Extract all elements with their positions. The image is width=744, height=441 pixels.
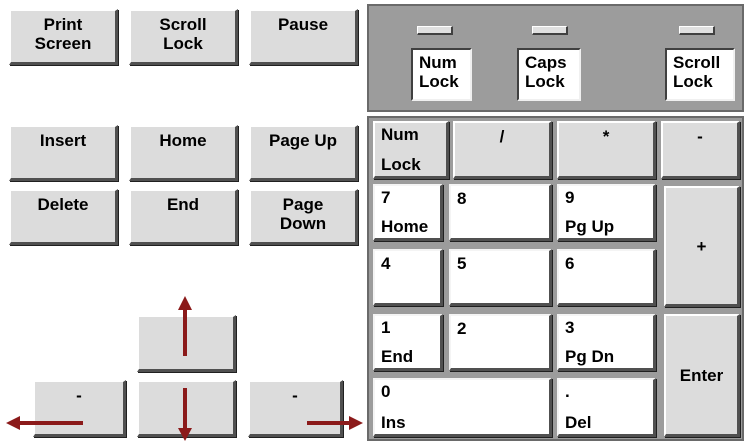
page-down-label-line1: Page	[282, 195, 324, 214]
print-screen-key[interactable]: Print Screen	[9, 9, 118, 65]
page-up-key[interactable]: Page Up	[249, 125, 358, 181]
numpad-9-digit: 9	[565, 188, 575, 207]
scroll-lock-indicator-line1: Scroll	[673, 53, 721, 72]
home-key[interactable]: Home	[129, 125, 238, 181]
numpad-0-digit: 0	[381, 382, 391, 401]
numpad-4-key[interactable]: 4	[373, 249, 443, 306]
numpad-1-key[interactable]: 1 End	[373, 314, 443, 371]
arrow-left-label: -	[76, 386, 82, 405]
numpad-plus-label: +	[696, 236, 707, 256]
scroll-lock-indicator: Scroll Lock	[665, 48, 735, 101]
numpad-5-key[interactable]: 5	[449, 249, 552, 306]
numpad-0-key[interactable]: 0 Ins	[373, 378, 552, 437]
scroll-lock-label-line1: Scroll	[159, 15, 207, 34]
numpad-multiply-key[interactable]: *	[557, 121, 656, 179]
num-lock-led-icon	[417, 26, 453, 35]
caps-lock-indicator-line2: Lock	[525, 72, 565, 91]
page-up-label: Page Up	[268, 131, 338, 150]
numpad-9-key[interactable]: 9 Pg Up	[557, 184, 656, 241]
arrow-right-label: -	[292, 386, 298, 405]
numpad-8-key[interactable]: 8	[449, 184, 552, 241]
numpad-2-digit: 2	[457, 319, 467, 338]
numpad-3-digit: 3	[565, 318, 575, 337]
insert-key[interactable]: Insert	[9, 125, 118, 181]
delete-label: Delete	[37, 195, 89, 214]
indicator-panel: Num Lock Caps Lock Scroll Lock	[367, 4, 744, 112]
end-label: End	[166, 195, 200, 214]
numpad-7-digit: 7	[381, 188, 391, 207]
numpad-decimal-symbol: .	[565, 382, 570, 401]
num-lock-indicator-line2: Lock	[419, 72, 459, 91]
scroll-lock-indicator-line2: Lock	[673, 72, 713, 91]
numpad-num-lock-key[interactable]: Num Lock	[373, 121, 449, 179]
insert-label: Insert	[39, 131, 87, 150]
home-label: Home	[159, 131, 207, 150]
numpad-2-key[interactable]: 2	[449, 314, 552, 371]
numpad-3-sub: Pg Dn	[565, 347, 615, 366]
scroll-lock-key[interactable]: Scroll Lock	[129, 9, 238, 65]
numpad-minus-key[interactable]: -	[661, 121, 740, 179]
numpad-enter-label: Enter	[679, 365, 724, 385]
arrow-left-key[interactable]: -	[33, 380, 126, 437]
numpad-7-sub: Home	[381, 217, 429, 236]
delete-key[interactable]: Delete	[9, 189, 118, 245]
numpad-9-sub: Pg Up	[565, 217, 615, 236]
numpad-num-lock-line1: Num	[381, 125, 419, 144]
numpad-5-digit: 5	[457, 254, 467, 273]
numpad-8-digit: 8	[457, 189, 467, 208]
num-lock-indicator-line1: Num	[419, 53, 457, 72]
numpad-3-key[interactable]: 3 Pg Dn	[557, 314, 656, 371]
numpad-decimal-sub: Del	[565, 413, 592, 432]
caps-lock-indicator: Caps Lock	[517, 48, 581, 101]
print-screen-label-line2: Screen	[34, 34, 92, 53]
numpad-num-lock-line2: Lock	[381, 155, 421, 174]
numpad-decimal-key[interactable]: . Del	[557, 378, 656, 437]
numpad-6-digit: 6	[565, 254, 575, 273]
pause-label: Pause	[277, 15, 329, 34]
scroll-lock-label-line2: Lock	[163, 34, 203, 53]
numpad-0-sub: Ins	[381, 413, 406, 432]
numpad-minus-label: -	[697, 127, 703, 146]
numpad-divide-key[interactable]: /	[453, 121, 552, 179]
page-down-key[interactable]: Page Down	[249, 189, 358, 245]
numpad-4-digit: 4	[381, 254, 391, 273]
numpad-multiply-label: *	[602, 127, 610, 146]
numpad-divide-label: /	[499, 127, 505, 146]
arrow-right-key[interactable]: -	[248, 380, 343, 437]
print-screen-label-line1: Print	[43, 15, 83, 34]
page-down-label-line2: Down	[279, 214, 327, 233]
num-lock-indicator: Num Lock	[411, 48, 472, 101]
end-key[interactable]: End	[129, 189, 238, 245]
numpad-7-key[interactable]: 7 Home	[373, 184, 443, 241]
numpad-1-digit: 1	[381, 318, 391, 337]
numpad-1-sub: End	[381, 347, 414, 366]
caps-lock-indicator-line1: Caps	[525, 53, 567, 72]
numpad-6-key[interactable]: 6	[557, 249, 656, 306]
pause-key[interactable]: Pause	[249, 9, 358, 65]
numpad-plus-key[interactable]: +	[664, 186, 740, 307]
scroll-lock-led-icon	[679, 26, 715, 35]
caps-lock-led-icon	[532, 26, 568, 35]
numpad-enter-key[interactable]: Enter	[664, 314, 740, 437]
